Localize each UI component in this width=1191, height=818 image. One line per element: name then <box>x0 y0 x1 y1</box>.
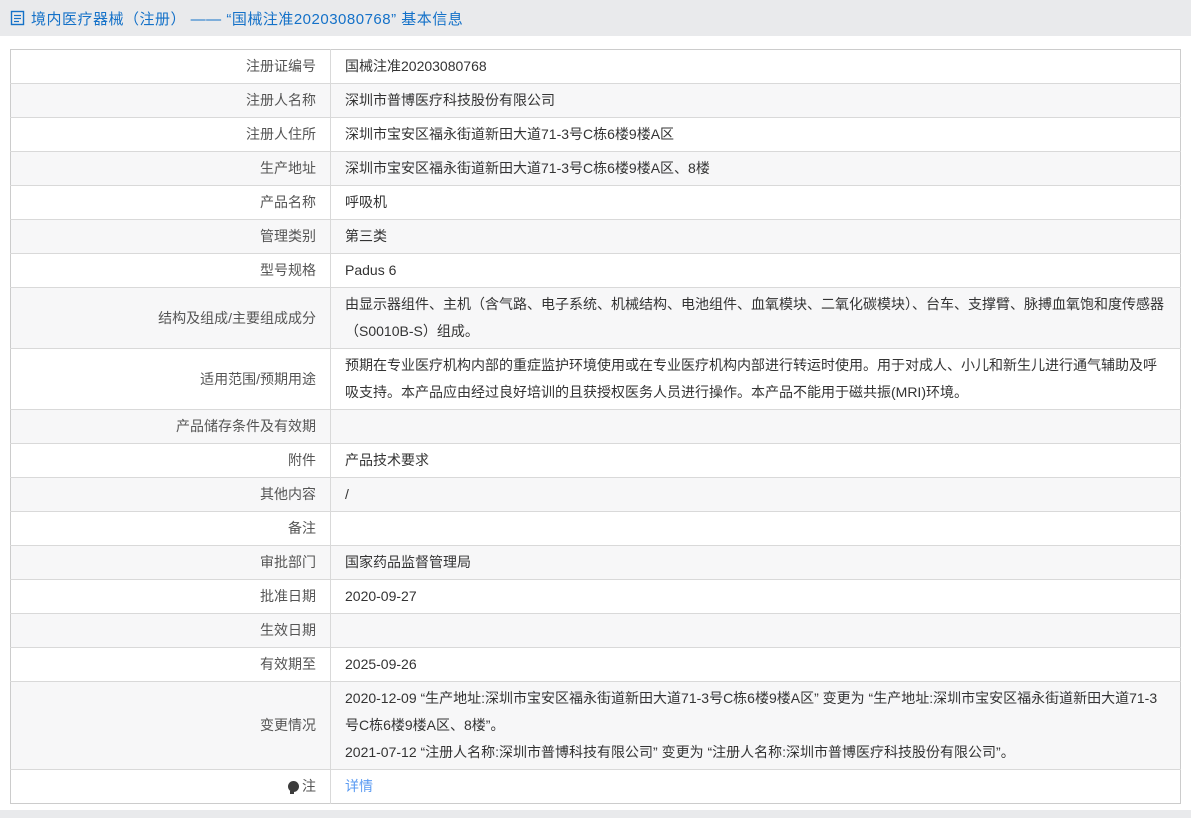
table-row: 变更情况2020-12-09 “生产地址:深圳市宝安区福永街道新田大道71-3号… <box>11 682 1181 770</box>
details-link[interactable]: 详情 <box>345 778 373 794</box>
table-row: 注册人住所深圳市宝安区福永街道新田大道71-3号C栋6楼9楼A区 <box>11 118 1181 152</box>
page-title: 境内医疗器械（注册） —— “国械注准20203080768” 基本信息 <box>31 8 463 29</box>
row-value <box>331 410 1181 444</box>
row-value: 呼吸机 <box>331 186 1181 220</box>
table-row: 注 详情 <box>11 770 1181 804</box>
bulb-icon <box>288 781 299 792</box>
row-value: 预期在专业医疗机构内部的重症监护环境使用或在专业医疗机构内部进行转运时使用。用于… <box>331 349 1181 410</box>
page: 境内医疗器械（注册） —— “国械注准20203080768” 基本信息 注册证… <box>0 0 1191 818</box>
table-row: 结构及组成/主要组成成分由显示器组件、主机（含气路、电子系统、机械结构、电池组件… <box>11 288 1181 349</box>
row-label: 变更情况 <box>11 682 331 770</box>
row-value <box>331 512 1181 546</box>
row-value: 由显示器组件、主机（含气路、电子系统、机械结构、电池组件、血氧模块、二氧化碳模块… <box>331 288 1181 349</box>
row-label: 管理类别 <box>11 220 331 254</box>
row-value: 国械注准20203080768 <box>331 50 1181 84</box>
row-label: 结构及组成/主要组成成分 <box>11 288 331 349</box>
table-row: 有效期至2025-09-26 <box>11 648 1181 682</box>
row-label: 批准日期 <box>11 580 331 614</box>
row-value: 第三类 <box>331 220 1181 254</box>
row-label: 产品储存条件及有效期 <box>11 410 331 444</box>
table-row: 审批部门国家药品监督管理局 <box>11 546 1181 580</box>
row-label: 备注 <box>11 512 331 546</box>
table-row: 适用范围/预期用途预期在专业医疗机构内部的重症监护环境使用或在专业医疗机构内部进… <box>11 349 1181 410</box>
document-icon <box>10 10 25 26</box>
table-row: 管理类别第三类 <box>11 220 1181 254</box>
registration-info-table: 注册证编号国械注准20203080768注册人名称深圳市普博医疗科技股份有限公司… <box>10 49 1181 804</box>
row-value: 2020-09-27 <box>331 580 1181 614</box>
table-row: 产品储存条件及有效期 <box>11 410 1181 444</box>
table-row: 注册证编号国械注准20203080768 <box>11 50 1181 84</box>
row-label: 审批部门 <box>11 546 331 580</box>
row-label: 有效期至 <box>11 648 331 682</box>
table-row: 其他内容/ <box>11 478 1181 512</box>
row-label: 其他内容 <box>11 478 331 512</box>
row-value: Padus 6 <box>331 254 1181 288</box>
page-header: 境内医疗器械（注册） —— “国械注准20203080768” 基本信息 <box>0 0 1191 36</box>
row-value: 2025-09-26 <box>331 648 1181 682</box>
row-label: 注册人名称 <box>11 84 331 118</box>
row-value: 产品技术要求 <box>331 444 1181 478</box>
row-label: 产品名称 <box>11 186 331 220</box>
row-label: 生效日期 <box>11 614 331 648</box>
row-label: 适用范围/预期用途 <box>11 349 331 410</box>
row-label: 附件 <box>11 444 331 478</box>
row-value: 深圳市普博医疗科技股份有限公司 <box>331 84 1181 118</box>
table-row: 生效日期 <box>11 614 1181 648</box>
row-label: 注册人住所 <box>11 118 331 152</box>
row-label: 注册证编号 <box>11 50 331 84</box>
row-value: 深圳市宝安区福永街道新田大道71-3号C栋6楼9楼A区 <box>331 118 1181 152</box>
row-value: 详情 <box>331 770 1181 804</box>
row-value <box>331 614 1181 648</box>
row-label-text: 注 <box>302 778 316 794</box>
row-value: 2020-12-09 “生产地址:深圳市宝安区福永街道新田大道71-3号C栋6楼… <box>331 682 1181 770</box>
row-label: 注 <box>11 770 331 804</box>
footer-band <box>0 810 1191 818</box>
row-value: / <box>331 478 1181 512</box>
table-row: 批准日期2020-09-27 <box>11 580 1181 614</box>
row-label: 型号规格 <box>11 254 331 288</box>
table-row: 备注 <box>11 512 1181 546</box>
row-value: 国家药品监督管理局 <box>331 546 1181 580</box>
row-label: 生产地址 <box>11 152 331 186</box>
row-value: 深圳市宝安区福永街道新田大道71-3号C栋6楼9楼A区、8楼 <box>331 152 1181 186</box>
table-row: 产品名称呼吸机 <box>11 186 1181 220</box>
table-row: 型号规格Padus 6 <box>11 254 1181 288</box>
main-content: 注册证编号国械注准20203080768注册人名称深圳市普博医疗科技股份有限公司… <box>0 36 1191 804</box>
table-row: 生产地址深圳市宝安区福永街道新田大道71-3号C栋6楼9楼A区、8楼 <box>11 152 1181 186</box>
table-row: 附件产品技术要求 <box>11 444 1181 478</box>
table-row: 注册人名称深圳市普博医疗科技股份有限公司 <box>11 84 1181 118</box>
